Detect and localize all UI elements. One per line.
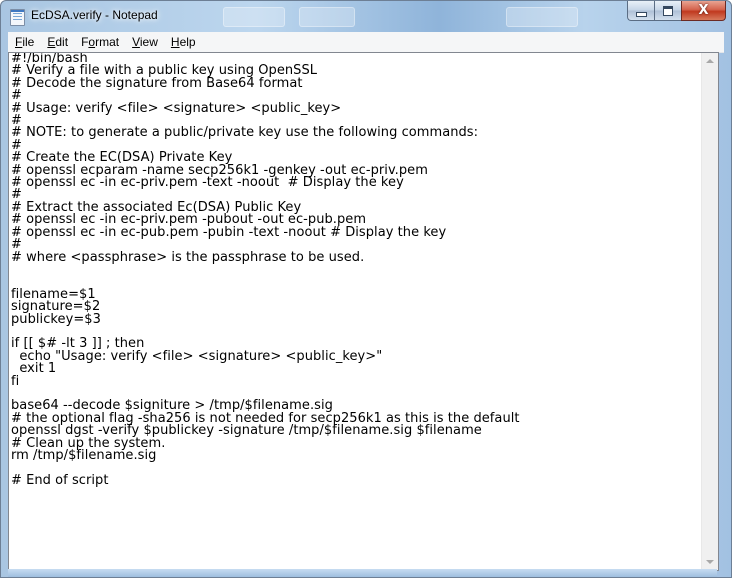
window-bottom-frame — [8, 569, 717, 577]
scroll-up-icon[interactable] — [706, 59, 714, 63]
background-window-tab — [223, 7, 285, 27]
maximize-icon — [663, 5, 673, 16]
background-window-tab — [299, 7, 355, 27]
vertical-scrollbar[interactable] — [701, 53, 718, 570]
close-button[interactable]: X — [681, 1, 726, 21]
menu-file[interactable]: File — [8, 35, 40, 49]
minimize-icon — [635, 11, 647, 17]
notepad-window: EcDSA.verify - Notepad X File Edit Forma… — [0, 0, 732, 578]
scroll-down-icon[interactable] — [706, 560, 714, 564]
editor-content[interactable]: #!/bin/bash # Verify a file with a publi… — [11, 53, 520, 487]
menu-edit[interactable]: Edit — [40, 35, 74, 49]
minimize-button[interactable] — [627, 1, 654, 21]
menu-format[interactable]: Format — [74, 35, 125, 49]
title-bar[interactable]: EcDSA.verify - Notepad X — [1, 1, 731, 32]
menu-view[interactable]: View — [125, 35, 164, 49]
close-icon: X — [698, 3, 709, 18]
maximize-button[interactable] — [654, 1, 681, 21]
caption-buttons: X — [627, 1, 726, 21]
window-title: EcDSA.verify - Notepad — [31, 8, 158, 22]
background-window-tab — [506, 7, 578, 27]
text-editor[interactable]: #!/bin/bash # Verify a file with a publi… — [8, 52, 719, 571]
notepad-icon[interactable] — [10, 9, 25, 26]
menu-bar: File Edit Format View Help — [8, 32, 724, 53]
menu-help[interactable]: Help — [164, 35, 202, 49]
